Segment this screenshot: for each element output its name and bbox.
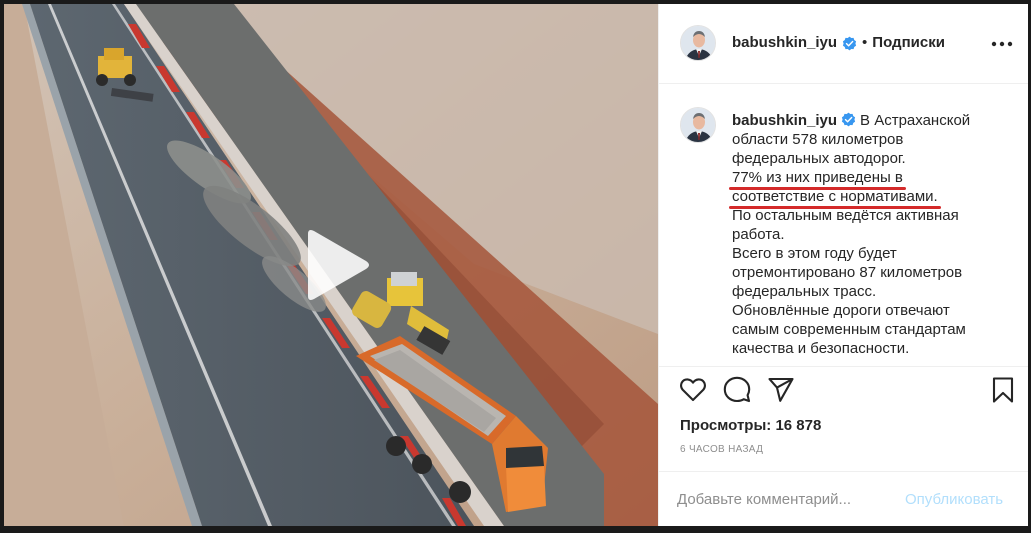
caption-line: Всего в этом году будет — [732, 245, 897, 262]
avatar[interactable] — [680, 25, 716, 61]
views-label: Просмотры: — [680, 417, 772, 434]
comment-input[interactable] — [677, 486, 907, 512]
username-link[interactable]: babushkin_iyu — [732, 34, 837, 52]
publish-button[interactable]: Опубликовать — [905, 491, 1003, 508]
action-bar — [659, 376, 1028, 412]
red-underline-highlight: 77% из них приведены в — [729, 169, 906, 190]
bookmark-icon[interactable] — [989, 376, 1017, 404]
user-portrait-icon — [681, 108, 715, 142]
caption-line: области 578 километров — [732, 131, 904, 148]
caption-line: работа. — [732, 226, 785, 243]
following-button[interactable]: Подписки — [872, 34, 945, 52]
more-horizontal-icon[interactable] — [991, 34, 1013, 54]
post-header: babushkin_iyu • Подписки — [659, 4, 1028, 84]
post-video[interactable] — [4, 4, 658, 526]
caption-username-link[interactable]: babushkin_iyu — [732, 112, 837, 129]
caption-line: самым современным стандартам — [732, 321, 966, 338]
post-details-panel: babushkin_iyu • Подписки babushkin_iyu В… — [658, 4, 1028, 526]
caption-line-highlighted: 77% из них приведены в — [729, 168, 1012, 190]
caption-line: федеральных трасс. — [732, 283, 877, 300]
send-icon[interactable] — [767, 376, 795, 404]
header-separator: • — [862, 34, 868, 51]
views-value: 16 878 — [775, 417, 822, 434]
caption-avatar[interactable] — [680, 107, 716, 143]
post-time[interactable]: 6 часов назад — [680, 444, 763, 455]
heart-icon[interactable] — [679, 376, 707, 404]
comment-bar: Опубликовать — [659, 471, 1028, 526]
caption-line: качества и безопасности. — [732, 340, 910, 357]
caption-first-line: babushkin_iyu В Астраханской — [732, 111, 1012, 130]
user-portrait-icon — [681, 26, 715, 60]
verified-badge-icon — [842, 36, 857, 50]
header-user-line: babushkin_iyu • Подписки — [732, 34, 945, 52]
instagram-post-window: babushkin_iyu • Подписки babushkin_iyu В… — [0, 0, 1031, 533]
caption-line-highlighted: соответствие с нормативами. — [729, 187, 1012, 209]
caption-line: отремонтировано 87 километров — [732, 264, 963, 281]
caption-line: В Астраханской — [860, 112, 971, 129]
caption-line: федеральных автодорог. — [732, 150, 906, 167]
verified-badge-icon — [841, 112, 856, 127]
caption-section: babushkin_iyu В Астраханской области 578 … — [659, 85, 1028, 367]
red-underline-highlight: соответствие с нормативами. — [729, 188, 941, 209]
comment-icon[interactable] — [723, 376, 751, 404]
caption-text: babushkin_iyu В Астраханской области 578 … — [729, 111, 1012, 358]
play-icon[interactable] — [300, 228, 374, 302]
caption-line: Обновлённые дороги отвечают — [732, 302, 950, 319]
views-count: Просмотры: 16 878 — [680, 417, 821, 435]
